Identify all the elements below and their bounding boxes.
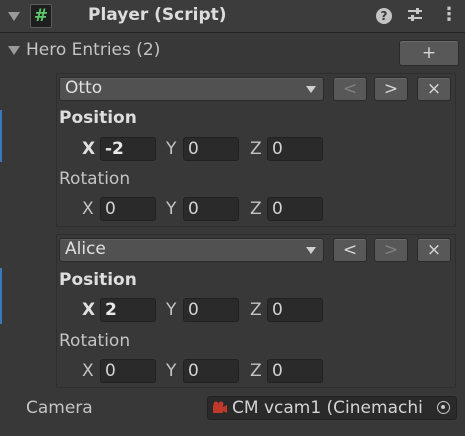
position-z-field[interactable]: 0: [267, 298, 323, 322]
rotation-x-label[interactable]: X: [82, 197, 94, 221]
position-y-field[interactable]: 0: [183, 298, 239, 322]
position-z-label[interactable]: Z: [250, 137, 262, 161]
prev-button[interactable]: <: [333, 77, 367, 101]
camera-object-field[interactable]: CM vcam1 (Cinemachi: [207, 396, 457, 420]
position-z-label[interactable]: Z: [250, 298, 262, 322]
cinemachine-camera-icon: [212, 400, 228, 416]
rotation-z-field[interactable]: 0: [267, 359, 323, 383]
add-entry-button[interactable]: +: [399, 40, 459, 66]
hero-name-dropdown[interactable]: Alice: [59, 238, 324, 262]
rotation-z-field[interactable]: 0: [267, 197, 323, 221]
rotation-x-field[interactable]: 0: [100, 197, 156, 221]
help-icon[interactable]: ?: [376, 8, 392, 24]
entry-selection-bar: [0, 268, 2, 324]
entry-selection-bar: [0, 110, 2, 162]
next-button[interactable]: >: [374, 238, 408, 262]
position-z-field[interactable]: 0: [267, 137, 323, 161]
component-header[interactable]: [0, 0, 465, 33]
position-y-field[interactable]: 0: [183, 137, 239, 161]
prev-button[interactable]: <: [333, 238, 367, 262]
camera-label: Camera: [26, 398, 93, 418]
rotation-x-field[interactable]: 0: [100, 359, 156, 383]
hero-entries-label[interactable]: Hero Entries (2): [26, 40, 160, 60]
position-label: Position: [59, 108, 137, 128]
rotation-label: Rotation: [59, 331, 131, 351]
position-label: Position: [59, 270, 137, 290]
presets-icon[interactable]: [406, 6, 424, 28]
script-icon: #: [30, 4, 52, 28]
remove-entry-button[interactable]: ×: [417, 77, 451, 101]
hero-entries-foldout-icon[interactable]: [8, 46, 20, 55]
dropdown-arrow-icon: [306, 86, 316, 93]
rotation-label: Rotation: [59, 169, 131, 189]
rotation-z-label[interactable]: Z: [250, 359, 262, 383]
rotation-x-label[interactable]: X: [82, 359, 94, 383]
hero-name-dropdown[interactable]: Otto: [59, 77, 324, 101]
rotation-y-field[interactable]: 0: [183, 197, 239, 221]
hero-name-value: Alice: [65, 239, 106, 259]
rotation-y-field[interactable]: 0: [183, 359, 239, 383]
position-x-label[interactable]: X: [82, 137, 95, 161]
component-title: Player (Script): [88, 5, 227, 25]
rotation-z-label[interactable]: Z: [250, 197, 262, 221]
dropdown-arrow-icon: [306, 247, 316, 254]
position-y-label[interactable]: Y: [166, 298, 176, 322]
next-button[interactable]: >: [374, 77, 408, 101]
rotation-y-label[interactable]: Y: [166, 197, 176, 221]
context-menu-icon[interactable]: ⋮: [440, 4, 458, 25]
remove-entry-button[interactable]: ×: [417, 238, 451, 262]
foldout-arrow-icon[interactable]: [8, 12, 20, 21]
object-picker-icon[interactable]: [437, 401, 450, 414]
hero-name-value: Otto: [65, 78, 103, 98]
camera-object-value: CM vcam1 (Cinemachi: [232, 398, 423, 418]
position-y-label[interactable]: Y: [166, 137, 176, 161]
rotation-y-label[interactable]: Y: [166, 359, 176, 383]
position-x-field[interactable]: -2: [100, 137, 156, 161]
position-x-label[interactable]: X: [82, 298, 95, 322]
position-x-field[interactable]: 2: [100, 298, 156, 322]
